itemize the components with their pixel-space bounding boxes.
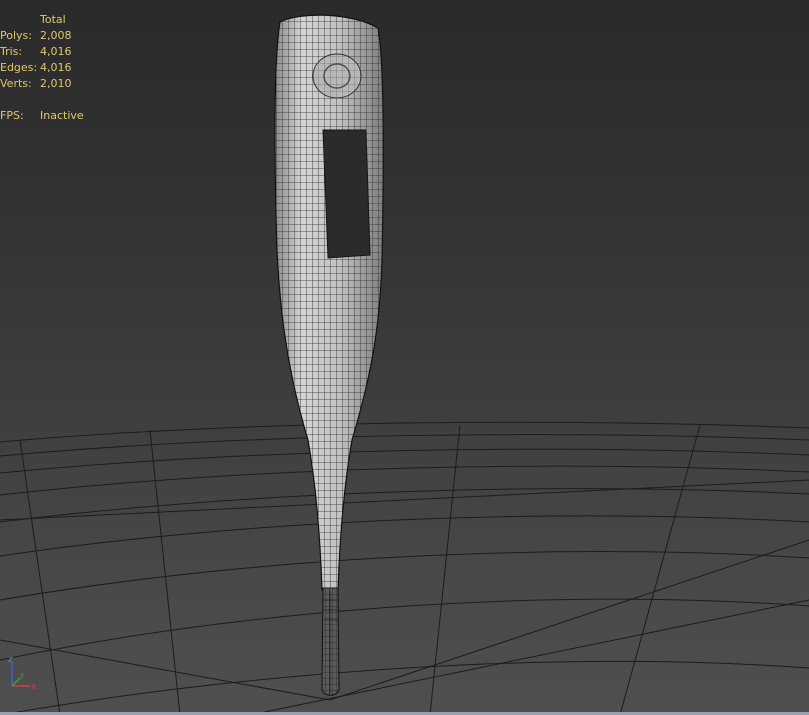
- axis-gizmo: z x y: [8, 655, 37, 692]
- display-screen: [322, 129, 371, 259]
- verts-value: 2,010: [40, 77, 72, 90]
- probe-tip: [321, 587, 340, 696]
- thermometer-mesh[interactable]: [270, 10, 390, 698]
- tris-label: Tris:: [0, 45, 23, 58]
- y-axis-line: [11, 677, 21, 687]
- power-button[interactable]: [312, 53, 362, 99]
- verts-label: Verts:: [0, 77, 32, 90]
- fps-value: Inactive: [40, 109, 84, 122]
- wireframe-overlay: [275, 15, 384, 590]
- z-axis-label: z: [8, 655, 13, 665]
- y-axis-label: y: [20, 671, 24, 679]
- tris-value: 4,016: [40, 45, 72, 58]
- edges-label: Edges:: [0, 61, 38, 74]
- scene-canvas[interactable]: [0, 0, 809, 715]
- polys-value: 2,008: [40, 29, 72, 42]
- x-axis-label: x: [31, 682, 37, 692]
- grid-floor: [0, 421, 809, 715]
- edges-value: 4,016: [40, 61, 72, 74]
- viewport-statistics: Total Polys: 2,008 Tris: 4,016 Edges: 4,016…: [0, 12, 84, 124]
- stats-header: Total: [40, 13, 66, 26]
- fps-label: FPS:: [0, 109, 24, 122]
- polys-label: Polys:: [0, 29, 32, 42]
- viewport-perspective[interactable]: Total Polys: 2,008 Tris: 4,016 Edges: 4,016…: [0, 0, 809, 715]
